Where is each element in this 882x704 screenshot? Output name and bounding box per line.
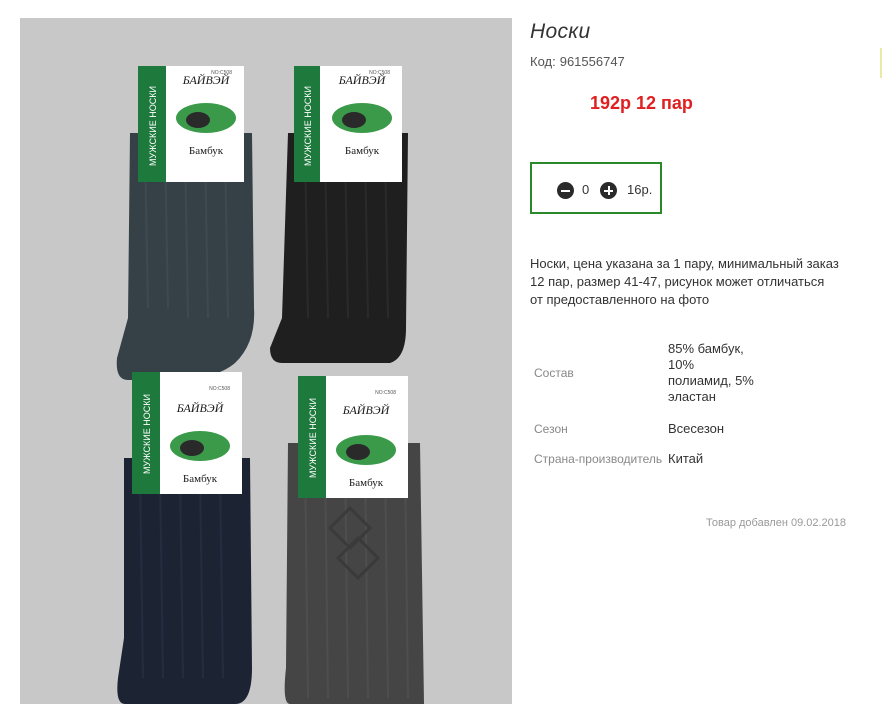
property-row: Страна-производитель Китай (530, 442, 758, 476)
quantity-value[interactable]: 0 (582, 182, 589, 197)
svg-text:МУЖСКИЕ НОСКИ: МУЖСКИЕ НОСКИ (303, 86, 313, 166)
svg-text:БАЙВЭЙ: БАЙВЭЙ (176, 400, 225, 415)
product-price: 192р 12 пар (590, 93, 693, 113)
svg-text:МУЖСКИЕ НОСКИ: МУЖСКИЕ НОСКИ (142, 394, 152, 474)
property-key: Состав (534, 366, 574, 380)
product-photo[interactable]: МУЖСКИЕ НОСКИ БАЙВЭЙ NO:C508 Бамбук МУЖС… (20, 18, 512, 704)
plus-circle-icon[interactable] (600, 182, 617, 199)
quantity-stepper: 0 16р. (530, 162, 662, 214)
product-code: Код: 961556747 (530, 54, 625, 69)
minus-circle-icon[interactable] (557, 182, 574, 199)
properties-table: Состав 85% бамбук, 10% полиамид, 5% элас… (530, 330, 758, 476)
svg-text:Бамбук: Бамбук (345, 145, 380, 157)
svg-text:МУЖСКИЕ НОСКИ: МУЖСКИЕ НОСКИ (308, 398, 318, 478)
package-label-2: МУЖСКИЕ НОСКИ БАЙВЭЙ NO:C508 Бамбук (294, 66, 402, 182)
code-label: Код: (530, 54, 556, 69)
unit-price: 16р. (627, 182, 653, 197)
code-value: 961556747 (559, 54, 625, 69)
svg-text:МУЖСКИЕ НОСКИ: МУЖСКИЕ НОСКИ (148, 86, 158, 166)
package-label-1: МУЖСКИЕ НОСКИ БАЙВЭЙ NO:C508 Бамбук (138, 66, 244, 182)
property-key: Страна-производитель (534, 452, 663, 466)
svg-text:Бамбук: Бамбук (349, 477, 384, 489)
property-value: Китай (668, 451, 704, 466)
svg-text:NO:C508: NO:C508 (369, 70, 390, 76)
property-key: Сезон (534, 422, 568, 436)
svg-text:NO:C508: NO:C508 (211, 70, 232, 76)
svg-text:Бамбук: Бамбук (189, 145, 224, 157)
product-description: Носки, цена указана за 1 пару, минимальн… (530, 256, 839, 307)
property-value: 85% бамбук, 10% полиамид, 5% эластан (668, 341, 754, 404)
product-title: Носки (530, 20, 591, 43)
property-row: Сезон Всесезон (530, 416, 758, 442)
package-label-3: МУЖСКИЕ НОСКИ БАЙВЭЙ NO:C508 Бамбук (132, 372, 242, 494)
package-label-4: МУЖСКИЕ НОСКИ БАЙВЭЙ NO:C508 Бамбук (298, 376, 408, 498)
svg-text:Бамбук: Бамбук (183, 473, 218, 485)
sock-navy (117, 458, 252, 704)
svg-text:БАЙВЭЙ: БАЙВЭЙ (342, 402, 391, 417)
added-date: Товар добавлен 09.02.2018 (706, 517, 847, 529)
svg-text:NO:C508: NO:C508 (375, 390, 396, 396)
property-value: Всесезон (668, 421, 725, 436)
property-row: Состав 85% бамбук, 10% полиамид, 5% элас… (530, 330, 758, 416)
svg-text:NO:C508: NO:C508 (209, 386, 230, 392)
